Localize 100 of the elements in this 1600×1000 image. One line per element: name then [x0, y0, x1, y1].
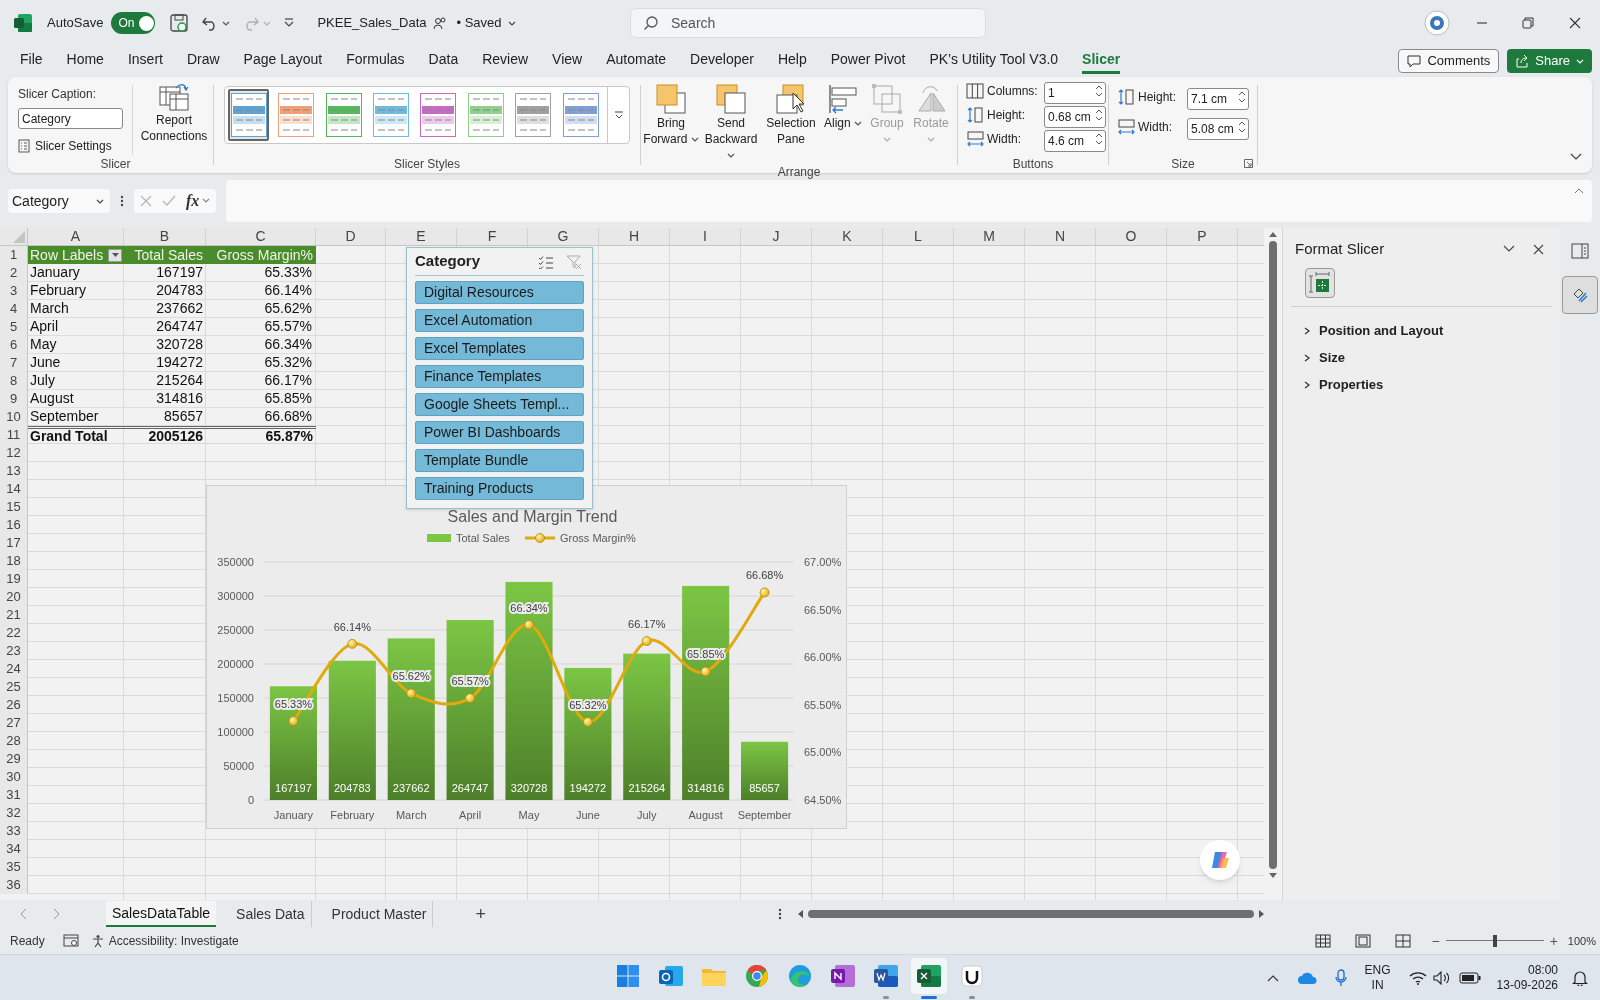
row-header[interactable]: 23 — [0, 642, 28, 660]
dialog-launcher-icon[interactable] — [1244, 159, 1253, 168]
menu-tab[interactable]: File — [20, 48, 43, 74]
row-header[interactable]: 20 — [0, 588, 28, 606]
battery-icon[interactable] — [1458, 971, 1481, 984]
slicer-item[interactable]: Training Products — [415, 477, 584, 500]
row-header[interactable]: 26 — [0, 696, 28, 714]
filter-button[interactable] — [108, 248, 122, 262]
show-hidden-icons-icon[interactable] — [1266, 973, 1279, 982]
spin-field[interactable]: 5.08 cm — [1187, 118, 1249, 140]
menu-tab[interactable]: Data — [428, 48, 459, 74]
clock-date[interactable]: 13-09-2026 — [1496, 977, 1558, 993]
row-header[interactable]: 1 — [0, 246, 28, 264]
formula-field[interactable] — [226, 179, 1592, 222]
row-header[interactable]: 24 — [0, 660, 28, 678]
row-header[interactable]: 28 — [0, 732, 28, 750]
row-header[interactable]: 18 — [0, 552, 28, 570]
spin-field[interactable]: 7.1 cm — [1187, 88, 1249, 110]
column-header[interactable]: M — [954, 228, 1025, 245]
multi-select-icon[interactable] — [538, 254, 554, 269]
add-sheet-button[interactable]: + — [475, 900, 486, 928]
slicer-item[interactable]: Finance Templates — [415, 365, 584, 388]
close-button[interactable] — [1568, 16, 1582, 30]
row-header[interactable]: 19 — [0, 570, 28, 588]
row-header[interactable]: 7 — [0, 354, 28, 372]
wifi-icon[interactable] — [1408, 970, 1427, 985]
arrange-button[interactable]: Send Backward — [701, 77, 761, 163]
arrange-button[interactable]: Align — [821, 77, 865, 131]
spin-field[interactable]: 4.6 cm — [1044, 130, 1106, 152]
spinner-arrows-icon[interactable] — [1238, 120, 1246, 134]
column-header[interactable]: C — [206, 228, 316, 245]
column-header[interactable]: E — [386, 228, 457, 245]
language-indicator[interactable]: ENG — [1364, 962, 1391, 978]
column-header[interactable]: I — [670, 228, 741, 245]
speaker-icon[interactable] — [1432, 970, 1451, 985]
column-header[interactable]: F — [457, 228, 528, 245]
spinner-arrows-icon[interactable] — [1095, 132, 1103, 146]
slicer-item[interactable]: Google Sheets Templ... — [415, 393, 584, 416]
row-header[interactable]: 3 — [0, 282, 28, 300]
row-header[interactable]: 17 — [0, 534, 28, 552]
column-header[interactable]: J — [741, 228, 812, 245]
menu-tab[interactable]: Draw — [186, 48, 220, 74]
spin-field[interactable]: 1 — [1044, 82, 1106, 104]
assistant-button[interactable] — [1200, 840, 1240, 880]
slicer-item[interactable]: Excel Templates — [415, 337, 584, 360]
row-header[interactable]: 36 — [0, 876, 28, 894]
page-break-view-icon[interactable] — [1395, 934, 1412, 948]
scroll-down-icon[interactable] — [1268, 872, 1278, 880]
share-button[interactable]: Share — [1507, 49, 1592, 73]
more-options-icon[interactable] — [120, 193, 124, 208]
zoom-slider[interactable] — [1445, 935, 1544, 947]
scroll-right-icon[interactable] — [1258, 909, 1266, 919]
menu-tab[interactable]: Help — [777, 48, 807, 74]
caret-icon[interactable] — [727, 153, 735, 159]
row-header[interactable]: 25 — [0, 678, 28, 696]
column-header[interactable]: N — [1025, 228, 1096, 245]
spin-field[interactable]: 0.68 cm — [1044, 106, 1106, 128]
row-header[interactable]: 8 — [0, 372, 28, 390]
row-header[interactable]: 13 — [0, 462, 28, 480]
column-header[interactable]: G — [528, 228, 599, 245]
section-toggle[interactable]: Size — [1283, 344, 1560, 371]
close-icon[interactable] — [1533, 243, 1544, 255]
collapse-ribbon-icon[interactable] — [1570, 153, 1582, 161]
row-header[interactable]: 15 — [0, 498, 28, 516]
caret-icon[interactable] — [96, 198, 104, 204]
report-connections-button[interactable]: Report Connections — [139, 82, 209, 144]
sheet-tab[interactable]: Sales Data — [230, 901, 312, 927]
row-header[interactable]: 22 — [0, 624, 28, 642]
row-header[interactable]: 16 — [0, 516, 28, 534]
zoom-in-button[interactable]: + — [1549, 930, 1558, 952]
autosave-toggle[interactable]: On — [111, 12, 156, 34]
vertical-scrollbar[interactable] — [1264, 228, 1282, 900]
row-header[interactable]: 27 — [0, 714, 28, 732]
region-indicator[interactable]: IN — [1371, 977, 1384, 993]
clock-time[interactable]: 08:00 — [1527, 962, 1558, 978]
more-styles-icon[interactable] — [613, 111, 624, 119]
row-header[interactable]: 32 — [0, 804, 28, 822]
people-icon[interactable] — [432, 16, 447, 30]
avatar-icon[interactable] — [1424, 10, 1450, 36]
slicer-style-option[interactable] — [228, 89, 270, 141]
horizontal-scrollbar[interactable] — [796, 907, 1266, 921]
section-toggle[interactable]: Properties — [1283, 371, 1560, 398]
cloud-icon[interactable] — [1296, 970, 1317, 985]
row-header[interactable]: 9 — [0, 390, 28, 408]
format-button[interactable] — [1562, 276, 1598, 314]
caption-field[interactable]: Category — [18, 108, 123, 129]
caret-icon[interactable] — [690, 137, 699, 143]
row-header[interactable]: 21 — [0, 606, 28, 624]
search-field[interactable]: Search — [630, 8, 986, 38]
menu-tab[interactable]: Page Layout — [243, 48, 323, 74]
slicer-item[interactable]: Excel Automation — [415, 309, 584, 332]
caret-icon[interactable] — [507, 20, 516, 26]
row-header[interactable]: 12 — [0, 444, 28, 462]
menu-tab[interactable]: View — [552, 48, 583, 74]
row-header[interactable]: 29 — [0, 750, 28, 768]
scroll-left-icon[interactable] — [796, 909, 804, 919]
macro-recording-icon[interactable] — [62, 934, 79, 948]
caret-icon[interactable] — [222, 20, 231, 26]
menu-tab[interactable]: Review — [482, 48, 529, 74]
column-header[interactable]: L — [883, 228, 954, 245]
